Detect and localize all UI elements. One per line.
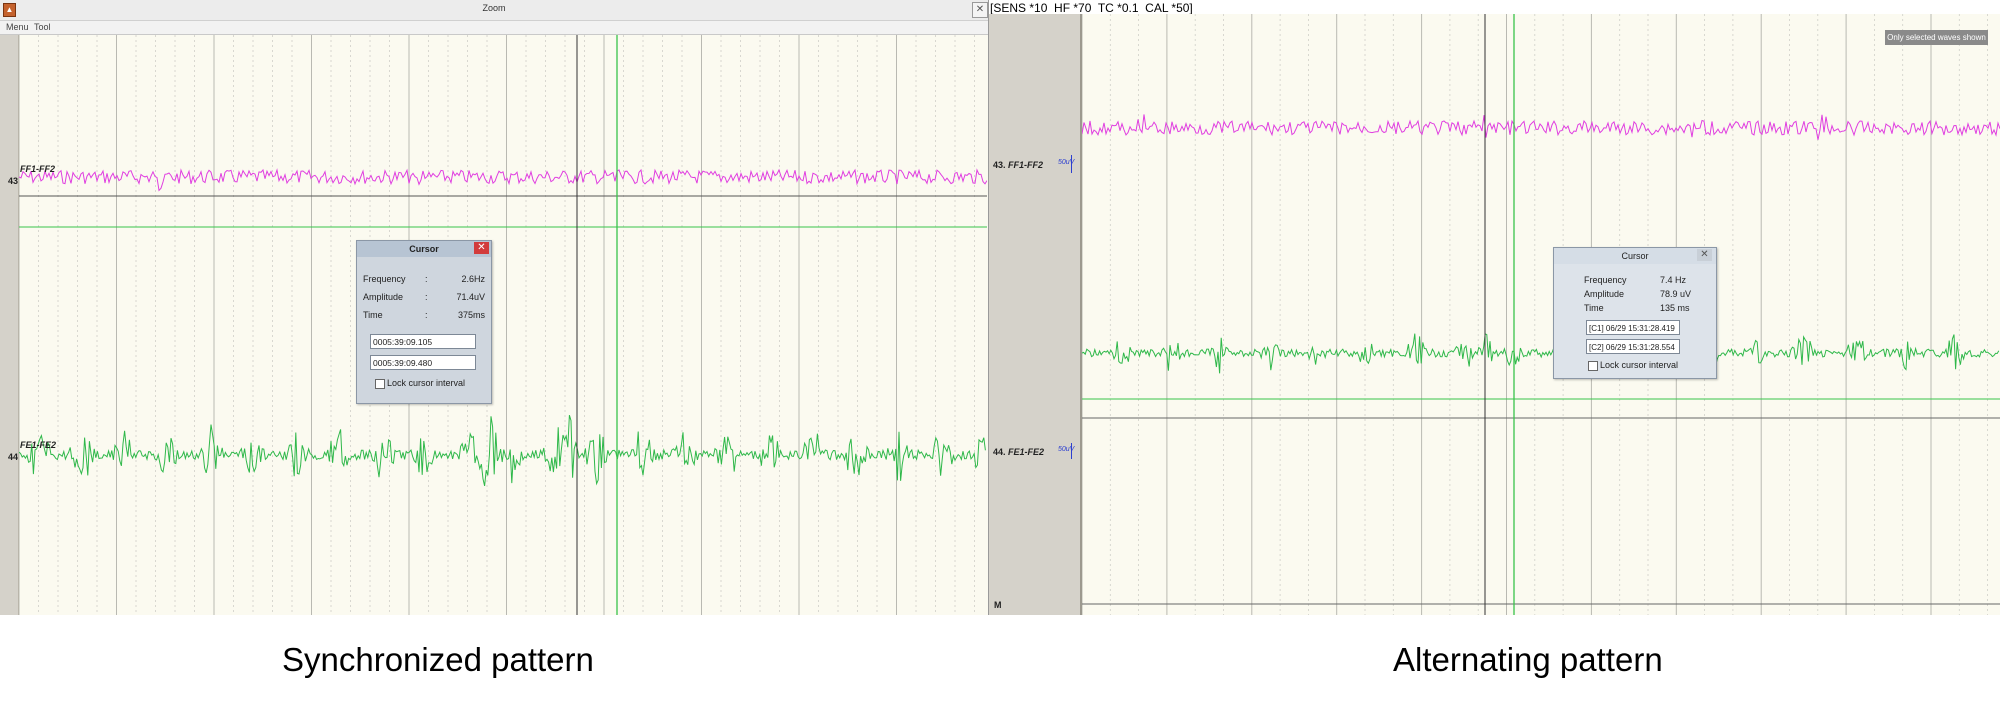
- right-lock-interval-label: Lock cursor interval: [1600, 360, 1679, 370]
- right-ch43-label: FF1-FF2: [1008, 160, 1043, 170]
- lock-interval-checkbox[interactable]: [375, 379, 385, 389]
- right-eeg-plot[interactable]: [1082, 14, 2000, 615]
- right-ch44-scale-bar: [1071, 443, 1072, 459]
- right-frequency-label: Frequency: [1584, 275, 1627, 285]
- c2-time-field[interactable]: [C2] 06/29 15:31:28.554: [1586, 339, 1680, 354]
- only-selected-badge[interactable]: Only selected waves shown: [1885, 30, 1988, 45]
- right-dialog-close-icon[interactable]: ✕: [1697, 249, 1712, 261]
- right-frequency-value: 7.4 Hz: [1660, 275, 1687, 285]
- window-title: Zoom: [482, 3, 506, 13]
- menu-item-tool[interactable]: Tool: [34, 21, 51, 34]
- time-label: Time: [363, 310, 383, 320]
- left-cursor-dialog[interactable]: Cursor ✕ Frequency : 2.6Hz Amplitude : 7…: [356, 240, 492, 404]
- right-amplitude-value: 78.9 uV: [1660, 289, 1692, 299]
- left-grid-lines: [19, 35, 975, 615]
- right-grid-lines: [1082, 14, 1988, 615]
- right-amplitude-label: Amplitude: [1584, 289, 1625, 299]
- dialog-title: Cursor: [357, 241, 491, 257]
- dialog-close-icon[interactable]: ✕: [474, 242, 489, 254]
- frequency-value: 2.6Hz: [461, 274, 485, 284]
- right-time-label: Time: [1584, 303, 1604, 313]
- right-ch44-trace: [1082, 333, 2000, 374]
- sensitivity-header: [SENS *10 HF *70 TC *0.1 CAL *50]: [990, 1, 1193, 15]
- right-ch44-number: 44.: [993, 447, 1006, 457]
- caption-left: Synchronized pattern: [282, 641, 594, 678]
- right-cursor-dialog[interactable]: Cursor ✕ Frequency 7.4 Hz Amplitude 78.9…: [1553, 247, 1717, 379]
- amplitude-sep: :: [425, 292, 428, 302]
- right-time-value: 135 ms: [1660, 303, 1690, 313]
- left-eeg-plot[interactable]: [19, 35, 987, 615]
- right-ch43-trace: [1082, 114, 2000, 140]
- start-time-field[interactable]: 0005:39:09.105: [370, 334, 476, 349]
- left-zoom-window: ▲ Zoom ✕ Menu Tool FF1-FF2 43 FE1-FE2 44…: [0, 0, 989, 615]
- c1-time-field[interactable]: [C1] 06/29 15:31:28.419: [1586, 320, 1680, 335]
- close-icon[interactable]: ✕: [972, 2, 988, 18]
- ch43-label: FF1-FF2: [20, 164, 55, 174]
- ch43-trace: [19, 168, 987, 192]
- right-lock-interval-checkbox[interactable]: [1588, 361, 1598, 371]
- right-ch43-number: 43.: [993, 160, 1006, 170]
- amplitude-label: Amplitude: [363, 292, 404, 302]
- right-eeg-svg[interactable]: [1082, 14, 2000, 615]
- right-dialog-title: Cursor: [1554, 248, 1716, 264]
- ch44-label: FE1-FE2: [20, 440, 57, 450]
- left-channel-gutter: [0, 35, 19, 615]
- frequency-sep: :: [425, 274, 428, 284]
- right-footer-marker: M: [994, 600, 1002, 610]
- frequency-label: Frequency: [363, 274, 406, 284]
- right-channel-gutter: [989, 14, 1082, 615]
- ch43-number: 43: [8, 176, 19, 186]
- ch44-trace: [19, 414, 986, 487]
- end-time-field[interactable]: 0005:39:09.480: [370, 355, 476, 370]
- amplitude-value: 71.4uV: [456, 292, 485, 302]
- ch44-number: 44: [8, 452, 19, 462]
- time-value: 375ms: [457, 310, 485, 320]
- menu-bar: Menu Tool: [0, 21, 988, 35]
- right-ch44-label: FE1-FE2: [1008, 447, 1045, 457]
- time-sep: :: [425, 310, 428, 320]
- right-ch43-scale-bar: [1071, 155, 1072, 173]
- menu-item-menu[interactable]: Menu: [6, 21, 29, 34]
- caption-right: Alternating pattern: [1393, 641, 1663, 678]
- lock-interval-label: Lock cursor interval: [387, 378, 466, 388]
